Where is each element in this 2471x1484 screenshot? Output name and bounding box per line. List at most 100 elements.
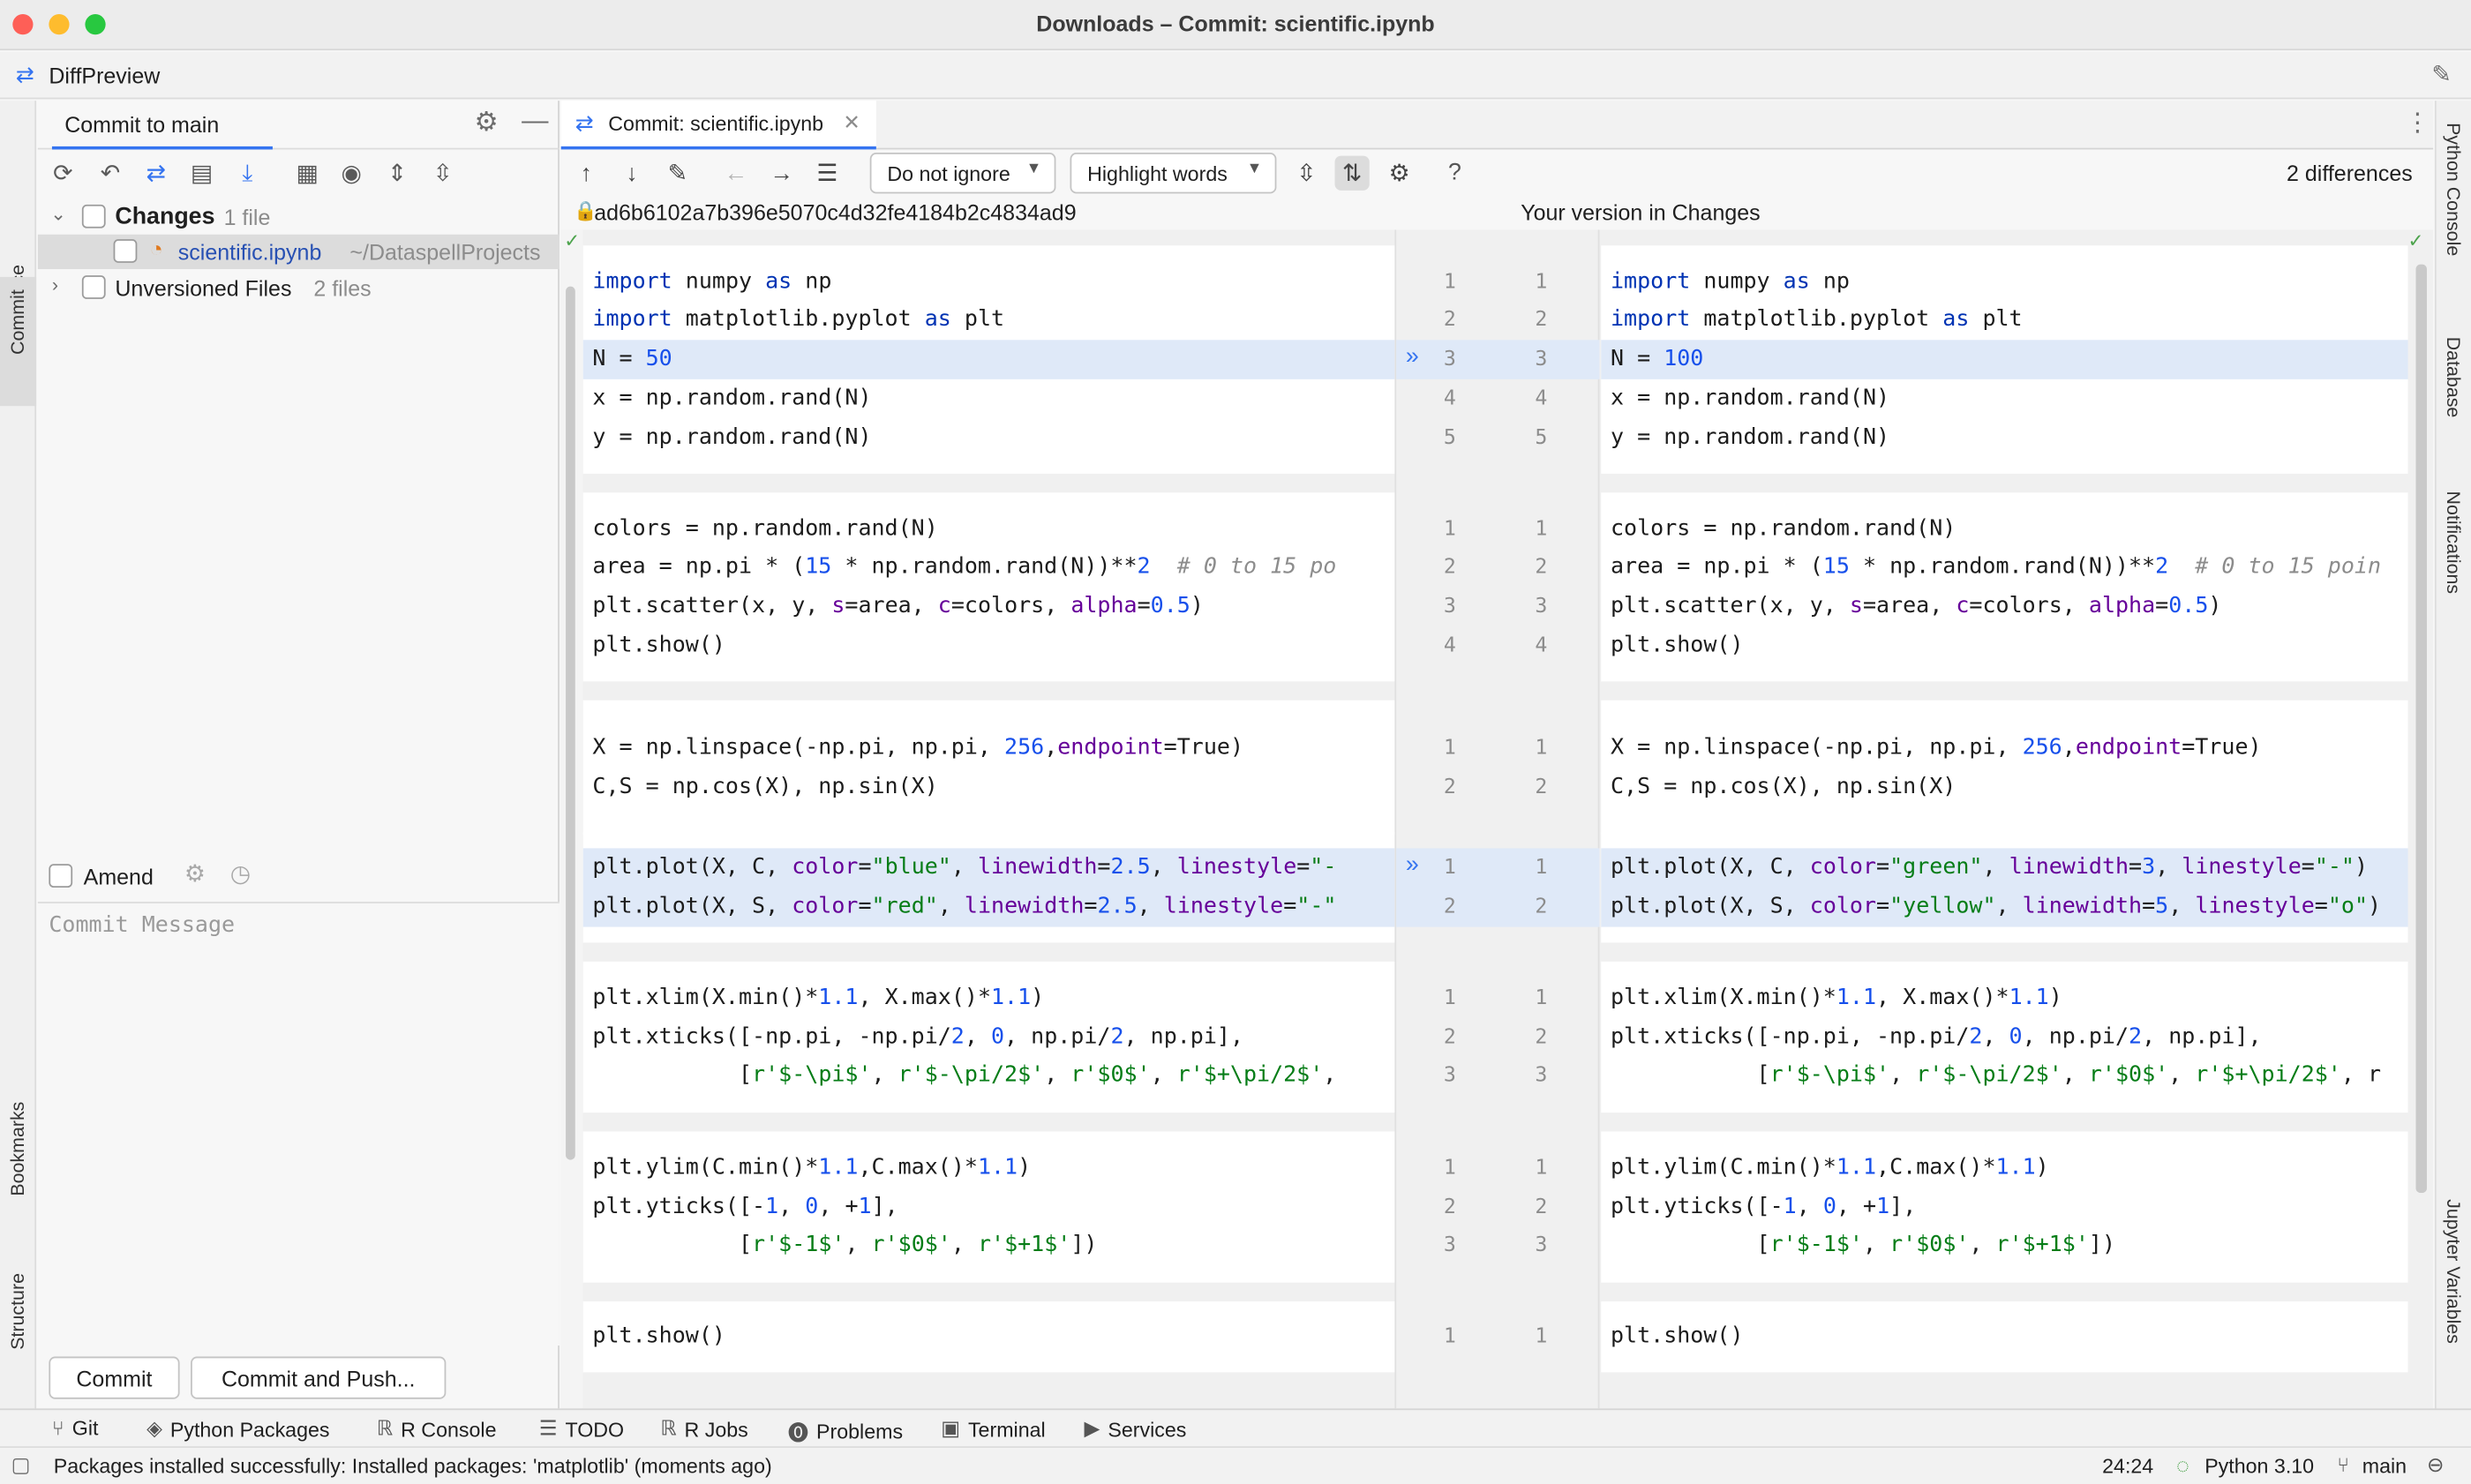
unversioned-node[interactable]: › Unversioned Files 2 files bbox=[38, 271, 560, 305]
left-code-line[interactable]: plt.plot(X, S, color="red", linewidth=2.… bbox=[592, 888, 1388, 927]
right-code-line[interactable]: N = 100 bbox=[1611, 341, 2407, 380]
previous-file-icon[interactable]: ← bbox=[718, 156, 753, 191]
gear-icon[interactable]: ⚙ bbox=[474, 107, 498, 139]
status-square-icon[interactable]: ▢ bbox=[11, 1452, 30, 1478]
commit-button[interactable]: Commit bbox=[49, 1356, 180, 1399]
previous-difference-icon[interactable]: ↑ bbox=[569, 156, 604, 191]
right-code-line[interactable]: [r'$-1$', r'$0$', r'$+1$']) bbox=[1611, 1226, 2407, 1266]
lock-icon[interactable]: ⊖ bbox=[2427, 1452, 2444, 1478]
left-code-line[interactable]: N = 50 bbox=[592, 341, 1388, 380]
right-code-line[interactable]: plt.ylim(C.min()*1.1,C.max()*1.1) bbox=[1611, 1149, 2407, 1188]
right-code-line[interactable]: plt.show() bbox=[1611, 626, 2407, 665]
commit-diff-tab[interactable]: ⇄ Commit: scientific.ipynb ✕ bbox=[560, 101, 876, 150]
left-code-line[interactable]: plt.show() bbox=[592, 1317, 1388, 1357]
right-code-line[interactable]: x = np.random.rand(N) bbox=[1611, 379, 2407, 419]
right-code-line[interactable]: colors = np.random.rand(N) bbox=[1611, 509, 2407, 549]
database-tool-tab[interactable]: Database bbox=[2443, 337, 2465, 418]
collapse-all-icon[interactable]: ⇳ bbox=[425, 156, 460, 191]
eye-icon[interactable]: ◉ bbox=[334, 156, 369, 191]
python-console-tool-tab[interactable]: Python Console bbox=[2443, 123, 2465, 256]
left-code-line[interactable]: plt.show() bbox=[592, 626, 1388, 665]
left-code-line[interactable]: [r'$-1$', r'$0$', r'$+1$']) bbox=[592, 1226, 1388, 1266]
chevron-down-icon[interactable]: ⌄ bbox=[50, 203, 66, 225]
help-icon[interactable]: ? bbox=[1448, 159, 1461, 185]
edit-icon[interactable]: ✎ bbox=[2431, 60, 2451, 88]
group-by-icon[interactable]: ▦ bbox=[290, 156, 325, 191]
left-code-line[interactable]: x = np.random.rand(N) bbox=[592, 379, 1388, 419]
notifications-tool-tab[interactable]: Notifications bbox=[2443, 491, 2465, 595]
commit-and-push-button[interactable]: Commit and Push... bbox=[191, 1356, 447, 1399]
left-code-line[interactable]: [r'$-\pi$', r'$-\pi/2$', r'$0$', r'$+\pi… bbox=[592, 1056, 1388, 1096]
right-code-line[interactable]: plt.xticks([-np.pi, -np.pi/2, 0, np.pi/2… bbox=[1611, 1017, 2407, 1057]
left-code-line[interactable]: area = np.pi * (15 * np.random.rand(N))*… bbox=[592, 548, 1388, 588]
chevron-right-icon[interactable]: › bbox=[52, 274, 58, 296]
project-name[interactable]: DiffPreview bbox=[49, 63, 160, 88]
changes-checkbox[interactable] bbox=[81, 204, 106, 229]
right-code-line[interactable]: plt.xlim(X.min()*1.1, X.max()*1.1) bbox=[1611, 978, 2407, 1018]
diff-settings-gear-icon[interactable]: ⚙ bbox=[1382, 156, 1416, 191]
right-code-line[interactable]: plt.yticks([-1, 0, +1], bbox=[1611, 1188, 2407, 1227]
amend-checkbox[interactable] bbox=[49, 864, 73, 888]
right-code-line[interactable]: X = np.linspace(-np.pi, np.pi, 256,endpo… bbox=[1611, 728, 2407, 768]
left-code-line[interactable]: plt.ylim(C.min()*1.1,C.max()*1.1) bbox=[592, 1149, 1388, 1188]
amend-label[interactable]: Amend bbox=[84, 864, 154, 889]
problems-tool-button[interactable]: ⓿ Problems bbox=[788, 1416, 903, 1446]
close-tab-icon[interactable]: ✕ bbox=[843, 110, 860, 136]
right-code-line[interactable]: plt.plot(X, C, color="green", linewidth=… bbox=[1611, 849, 2407, 888]
structure-tool-tab[interactable]: Structure bbox=[6, 1273, 28, 1350]
rollback-icon[interactable]: ↶ bbox=[93, 156, 127, 191]
left-code-line[interactable]: plt.xticks([-np.pi, -np.pi/2, 0, np.pi/2… bbox=[592, 1017, 1388, 1057]
interpreter[interactable]: Python 3.10 bbox=[2204, 1454, 2314, 1478]
services-tool-button[interactable]: ▶ Services bbox=[1085, 1416, 1187, 1442]
bookmarks-tool-tab[interactable]: Bookmarks bbox=[6, 1102, 28, 1196]
jupyter-variables-tool-tab[interactable]: Jupyter Variables bbox=[2443, 1199, 2465, 1344]
file-checkbox[interactable] bbox=[113, 239, 138, 263]
right-scrollbar[interactable] bbox=[2415, 264, 2427, 1194]
git-tool-button[interactable]: ⑂ Git bbox=[52, 1416, 99, 1440]
update-icon[interactable]: ⤓ bbox=[230, 156, 265, 191]
right-code-line[interactable]: [r'$-\pi$', r'$-\pi/2$', r'$0$', r'$+\pi… bbox=[1611, 1056, 2407, 1096]
left-code-line[interactable]: plt.plot(X, C, color="blue", linewidth=2… bbox=[592, 849, 1388, 888]
right-code-line[interactable]: plt.show() bbox=[1611, 1317, 2407, 1357]
left-code-line[interactable]: plt.scatter(x, y, s=area, c=colors, alph… bbox=[592, 587, 1388, 626]
commit-message-area[interactable]: Commit Message bbox=[37, 902, 560, 1346]
show-diff-icon[interactable]: ⇄ bbox=[139, 156, 173, 191]
commit-options-gear-icon[interactable]: ⚙ bbox=[184, 859, 206, 888]
left-code-line[interactable]: colors = np.random.rand(N) bbox=[592, 509, 1388, 549]
left-code-line[interactable]: C,S = np.cos(X), np.sin(X) bbox=[592, 768, 1388, 807]
edit-source-icon[interactable]: ✎ bbox=[660, 156, 695, 191]
right-code-line[interactable]: y = np.random.rand(N) bbox=[1611, 418, 2407, 458]
sync-scroll-icon[interactable]: ⇅ bbox=[1334, 155, 1370, 191]
unversioned-checkbox[interactable] bbox=[81, 275, 106, 299]
todo-tool-button[interactable]: ☰ TODO bbox=[539, 1416, 624, 1442]
expand-all-icon[interactable]: ⇕ bbox=[379, 156, 414, 191]
file-list-icon[interactable]: ☰ bbox=[810, 156, 845, 191]
right-code-line[interactable]: C,S = np.cos(X), np.sin(X) bbox=[1611, 768, 2407, 807]
r-console-tool-button[interactable]: ℝ R Console bbox=[377, 1416, 497, 1442]
left-code-line[interactable]: import matplotlib.pyplot as plt bbox=[592, 301, 1388, 341]
highlight-dropdown[interactable]: Highlight words ▼ bbox=[1070, 153, 1277, 194]
history-clock-icon[interactable]: ◷ bbox=[230, 859, 251, 888]
apply-change-icon[interactable]: » bbox=[1406, 343, 1419, 370]
file-row[interactable]: ◔ scientific.ipynb ~/DataspellProjects bbox=[37, 234, 560, 270]
shelve-icon[interactable]: ▤ bbox=[184, 156, 219, 191]
right-code-line[interactable]: import numpy as np bbox=[1611, 262, 2407, 302]
status-message[interactable]: Packages installed successfully: Install… bbox=[54, 1454, 772, 1478]
next-file-icon[interactable]: → bbox=[764, 156, 799, 191]
right-code-line[interactable]: area = np.pi * (15 * np.random.rand(N))*… bbox=[1611, 548, 2407, 588]
hide-panel-icon[interactable]: — bbox=[522, 106, 548, 138]
ignore-dropdown[interactable]: Do not ignore ▼ bbox=[869, 153, 1056, 194]
collapse-unchanged-icon[interactable]: ⇳ bbox=[1289, 156, 1324, 191]
refresh-icon[interactable]: ⟳ bbox=[46, 156, 80, 191]
commit-tool-tab[interactable]: Commit bbox=[0, 276, 37, 407]
left-scrollbar[interactable] bbox=[566, 286, 575, 1160]
commit-to-main-tab[interactable]: Commit to main bbox=[51, 101, 273, 150]
next-difference-icon[interactable]: ↓ bbox=[614, 156, 649, 191]
changes-node[interactable]: ⌄ Changes 1 file bbox=[38, 200, 560, 235]
terminal-tool-button[interactable]: ▣ Terminal bbox=[941, 1416, 1046, 1442]
left-code-line[interactable]: import numpy as np bbox=[592, 262, 1388, 302]
python-packages-tool-button[interactable]: ◈ Python Packages bbox=[146, 1416, 329, 1442]
right-code-line[interactable]: plt.plot(X, S, color="yellow", linewidth… bbox=[1611, 888, 2407, 927]
left-code-line[interactable]: plt.xlim(X.min()*1.1, X.max()*1.1) bbox=[592, 978, 1388, 1018]
right-code-line[interactable]: plt.scatter(x, y, s=area, c=colors, alph… bbox=[1611, 587, 2407, 626]
